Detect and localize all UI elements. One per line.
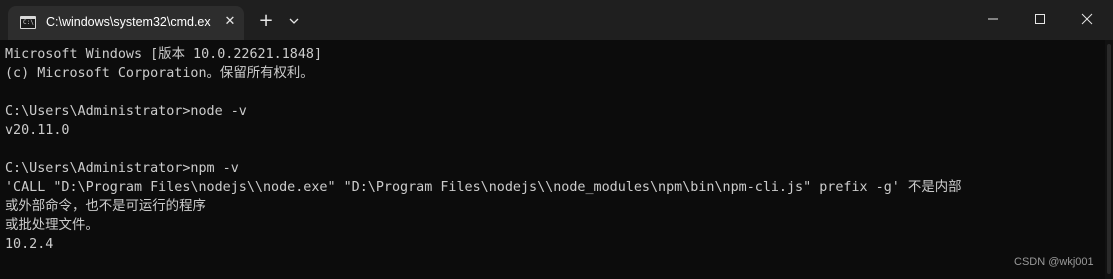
console-output[interactable]: Microsoft Windows [版本 10.0.22621.1848] (… xyxy=(0,40,1113,279)
close-icon xyxy=(1081,13,1093,25)
chevron-down-icon[interactable] xyxy=(286,12,302,30)
console-line: v20.11.0 xyxy=(5,123,70,138)
console-line: (c) Microsoft Corporation。保留所有权利。 xyxy=(5,66,314,81)
tab-title: C:\windows\system32\cmd.ex xyxy=(46,15,211,29)
close-window-button[interactable] xyxy=(1064,0,1110,38)
watermark: CSDN @wkj001 xyxy=(1014,256,1094,268)
tab-cmd[interactable]: C:\ C:\windows\system32\cmd.ex ✕ xyxy=(8,6,244,40)
scrollbar-thumb[interactable] xyxy=(1107,44,1111,274)
terminal-icon: C:\ xyxy=(20,16,36,29)
console-line: 10.2.4 xyxy=(5,237,54,252)
maximize-icon xyxy=(1035,14,1045,24)
maximize-button[interactable] xyxy=(1017,0,1063,38)
minimize-icon xyxy=(988,18,998,20)
console-line: Microsoft Windows [版本 10.0.22621.1848] xyxy=(5,47,323,62)
close-tab-icon[interactable]: ✕ xyxy=(220,12,240,32)
title-bar[interactable]: C:\ C:\windows\system32\cmd.ex ✕ + xyxy=(0,0,1113,40)
console-line: 'CALL "D:\Program Files\nodejs\\node.exe… xyxy=(5,180,962,195)
console-line: 或外部命令，也不是可运行的程序 xyxy=(5,199,206,214)
console-lines: Microsoft Windows [版本 10.0.22621.1848] (… xyxy=(5,45,962,254)
minimize-button[interactable] xyxy=(970,0,1016,38)
new-tab-button[interactable]: + xyxy=(256,10,276,32)
console-line: 或批处理文件。 xyxy=(5,218,99,233)
console-line: C:\Users\Administrator>node -v xyxy=(5,104,247,119)
terminal-window: C:\ C:\windows\system32\cmd.ex ✕ + Micro… xyxy=(0,0,1113,279)
vertical-scrollbar[interactable] xyxy=(1105,40,1113,279)
console-line: C:\Users\Administrator>npm -v xyxy=(5,161,239,176)
